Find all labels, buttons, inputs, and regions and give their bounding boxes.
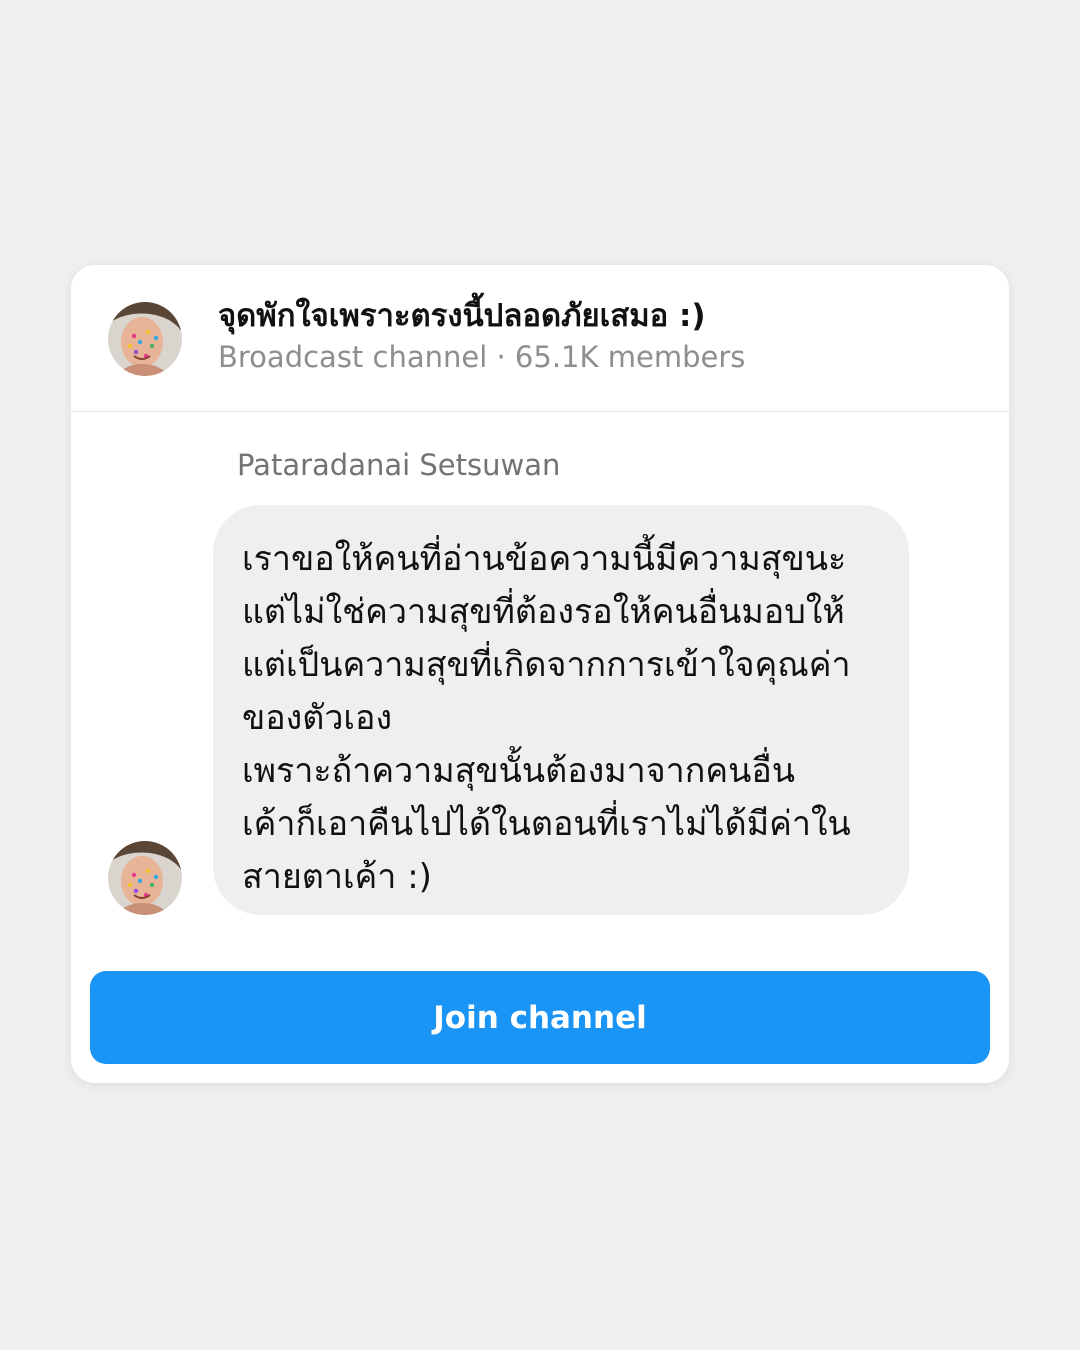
profile-photo-icon — [108, 302, 182, 376]
message-line: ของตัวเอง — [242, 698, 393, 738]
message-line: แต่เป็นความสุขที่เกิดจากการเข้าใจคุณค่า — [242, 645, 851, 685]
message-line: แต่ไม่ใช่ความสุขที่ต้องรอให้คนอื่นมอบให้ — [242, 592, 845, 632]
profile-photo-icon — [108, 841, 182, 915]
message-line: สายตาเค้า :) — [242, 857, 432, 897]
join-channel-button[interactable]: Join channel — [90, 971, 990, 1064]
sender-avatar[interactable] — [108, 841, 182, 915]
channel-avatar[interactable] — [108, 302, 182, 376]
message-line: เพราะถ้าความสุขนั้นต้องมาจากคนอื่น — [242, 751, 795, 791]
message-sender-name: Pataradanai Setsuwan — [237, 448, 561, 482]
message-line: เค้าก็เอาคืนไปได้ในตอนที่เราไม่ได้มีค่าใ… — [242, 804, 851, 844]
message-bubble: เราขอให้คนที่อ่านข้อความนี้มีความสุขนะ แ… — [213, 505, 909, 915]
message-line: เราขอให้คนที่อ่านข้อความนี้มีความสุขนะ — [242, 539, 847, 579]
channel-subtitle: Broadcast channel · 65.1K members — [218, 340, 746, 374]
channel-title: จุดพักใจเพราะตรงนี้ปลอดภัยเสมอ :) — [218, 298, 706, 334]
channel-preview-card: จุดพักใจเพราะตรงนี้ปลอดภัยเสมอ :) Broadc… — [71, 265, 1009, 1083]
channel-header: จุดพักใจเพราะตรงนี้ปลอดภัยเสมอ :) Broadc… — [71, 265, 1009, 412]
